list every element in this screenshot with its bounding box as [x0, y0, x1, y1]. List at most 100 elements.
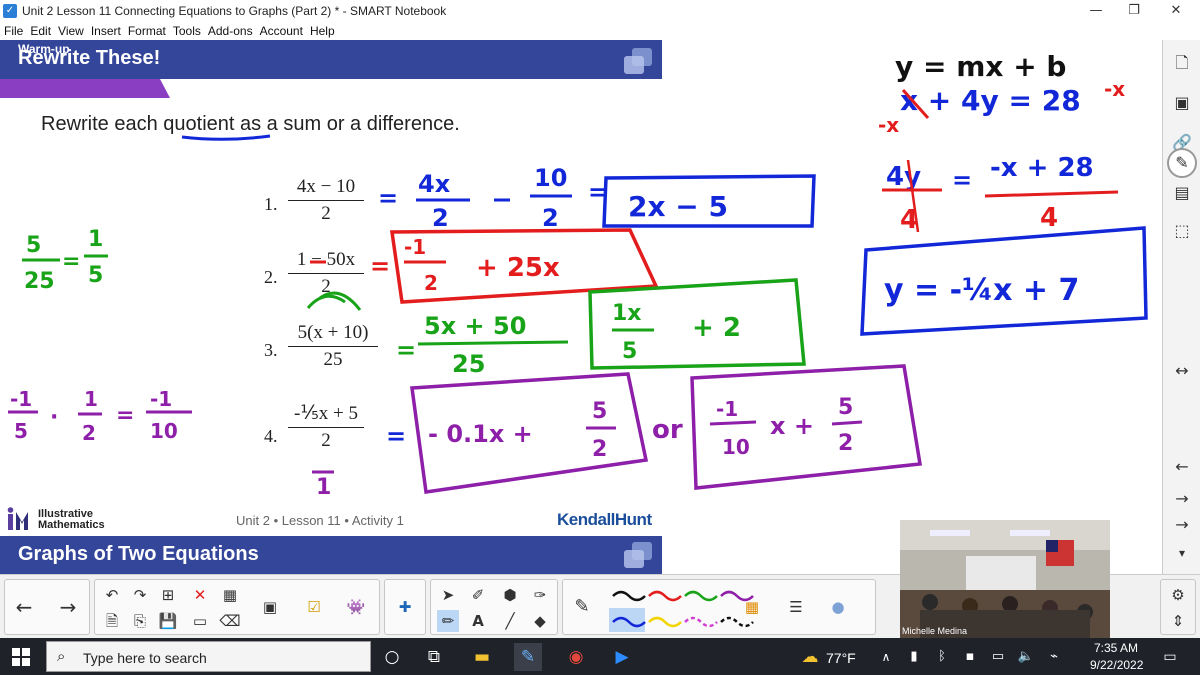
delete-icon[interactable]: ✕: [189, 584, 211, 606]
ink-p2-answer-rest: + 25x: [476, 253, 560, 283]
previous-page-icon[interactable]: ←: [13, 596, 35, 618]
battery-icon[interactable]: ▭: [984, 643, 1012, 671]
menu-add-ons[interactable]: Add-ons: [208, 24, 253, 38]
undo-icon[interactable]: ↶: [101, 584, 123, 606]
menu-account[interactable]: Account: [260, 24, 303, 38]
open-file-icon[interactable]: 🗎: [101, 610, 123, 632]
select-icon[interactable]: ➤: [437, 584, 459, 606]
notebook-canvas[interactable]: Rewrite These! Warm-up Rewrite each quot…: [0, 40, 1162, 574]
edit-group: ↶ ↷ ⊞ ✕ ▦ 🗎 ⎘ 💾 ▭ ⌫ ▣ ☑ 👾: [94, 579, 380, 635]
task-view-icon[interactable]: ⧉: [420, 643, 448, 671]
network-icon[interactable]: ⌁: [1040, 643, 1068, 671]
response-icon[interactable]: 👾: [345, 596, 367, 618]
problem-3-numerator: 5(x + 10): [297, 322, 369, 343]
ink-boxed-answer: y = -¼x + 7: [884, 273, 1079, 308]
ink-p3-frac-den: 25: [452, 350, 485, 378]
close-icon[interactable]: ✕: [1156, 0, 1196, 22]
addons-icon[interactable]: ⬚: [1169, 218, 1195, 244]
magic-pen-icon[interactable]: ✐: [467, 584, 489, 606]
toolbar-move-icon[interactable]: ⇕: [1167, 610, 1189, 632]
ink-p2-frac-den: 2: [424, 271, 438, 295]
bluetooth-icon[interactable]: ᛒ: [928, 643, 956, 671]
line-style-icon[interactable]: ☰: [785, 596, 807, 618]
document-camera-icon[interactable]: ▣: [259, 596, 281, 618]
notifications-icon[interactable]: ▭: [1156, 643, 1184, 671]
ink-left-note-2-a-num: -1: [10, 387, 32, 411]
title-bar: ✓ Unit 2 Lesson 11 Connecting Equations …: [0, 0, 1200, 22]
ink-p4-answer-b-frac2-den: 2: [838, 431, 853, 456]
properties-icon[interactable]: ▤: [1169, 180, 1195, 206]
menu-help[interactable]: Help: [310, 24, 335, 38]
add-page-icon[interactable]: ⊞: [157, 584, 179, 606]
resize-horizontal-icon[interactable]: ↔: [1169, 358, 1195, 384]
pen-properties-icon[interactable]: ✎: [1167, 148, 1197, 178]
ink-cross-out-x: [901, 89, 930, 119]
clock-date[interactable]: 9/22/2022: [1090, 658, 1143, 672]
chrome-icon[interactable]: ◉: [562, 643, 590, 671]
tray-mic-icon[interactable]: ▮: [900, 643, 928, 671]
shape-recognition-icon[interactable]: ✑: [529, 584, 551, 606]
activity-builder-icon[interactable]: ☑: [303, 596, 325, 618]
line-tool-icon[interactable]: ╱: [499, 610, 521, 632]
windows-start-icon[interactable]: [12, 648, 30, 666]
ink-left-note-2-c-num: -1: [150, 387, 172, 411]
sidebar-forward-2-icon[interactable]: →: [1169, 512, 1195, 538]
problem-3-number: 3.: [264, 340, 278, 360]
weather-temperature[interactable]: 77°F: [826, 650, 856, 666]
fill-icon[interactable]: ⬢: [499, 584, 521, 606]
menu-format[interactable]: Format: [128, 24, 166, 38]
restore-icon[interactable]: ❐: [1114, 0, 1154, 22]
problem-3-denominator: 25: [323, 349, 343, 370]
paste-icon[interactable]: ⎘: [129, 610, 151, 632]
menu-tools[interactable]: Tools: [173, 24, 201, 38]
ink-left-note-2-b-num: 1: [84, 387, 98, 411]
sidebar-forward-icon[interactable]: →: [1169, 486, 1195, 512]
eraser-icon[interactable]: ◆: [529, 610, 551, 632]
table-icon[interactable]: ▦: [219, 584, 241, 606]
ink-p2-answer-box: [389, 228, 659, 304]
minimize-icon[interactable]: —: [1076, 0, 1116, 22]
color-palette-icon[interactable]: ▦: [741, 596, 763, 618]
pen-tool-icon[interactable]: ✏: [437, 610, 459, 632]
menu-file[interactable]: File: [4, 24, 23, 38]
ink-p3-frac-den-2: 5: [622, 339, 637, 364]
ink-p4-answer-b-frac-num: -1: [716, 397, 738, 421]
menu-view[interactable]: View: [58, 24, 84, 38]
text-tool-icon[interactable]: A: [467, 610, 489, 632]
smart-notebook-taskbar-icon[interactable]: ✎: [514, 643, 542, 671]
tray-chevron-icon[interactable]: ∧: [872, 643, 900, 671]
screen-shade-icon[interactable]: ▭: [189, 610, 211, 632]
redo-icon[interactable]: ↷: [129, 584, 151, 606]
problem-2-fraction: 1 − 50x 2: [288, 249, 364, 298]
addon-puzzle-icon[interactable]: ✚: [394, 596, 416, 618]
volume-icon[interactable]: 🔈: [1012, 643, 1040, 671]
gallery-icon[interactable]: ▣: [1169, 90, 1195, 116]
file-explorer-icon[interactable]: ▬: [468, 643, 496, 671]
next-page-icon[interactable]: →: [57, 596, 79, 618]
pen-type-icon[interactable]: ✎: [571, 596, 593, 618]
menu-bar: File Edit View Insert Format Tools Add-o…: [0, 22, 1200, 40]
problem-2-numerator: 1 − 50x: [296, 249, 356, 270]
taskbar-search-box[interactable]: ⌕ Type here to search: [46, 641, 371, 672]
menu-insert[interactable]: Insert: [91, 24, 121, 38]
pen-color-swatches[interactable]: [609, 584, 759, 634]
fill-effects-icon[interactable]: ●: [827, 596, 849, 618]
weather-icon[interactable]: ☁: [800, 643, 820, 671]
toolbar-settings-group: ⚙ ⇕: [1160, 579, 1196, 635]
toolbar-settings-icon[interactable]: ⚙: [1167, 584, 1189, 606]
ink-p1-answer: 2x − 5: [628, 190, 728, 223]
ink-p4-denominator-extra: 1: [316, 475, 331, 500]
cortana-icon[interactable]: ○: [378, 643, 406, 671]
sidebar-down-icon[interactable]: ▾: [1169, 540, 1195, 566]
problem-4-denominator: 2: [321, 430, 331, 451]
save-icon[interactable]: 💾: [157, 610, 179, 632]
tray-app-icon[interactable]: ▪: [956, 643, 984, 671]
zoom-icon[interactable]: ▶: [608, 643, 636, 671]
page-sorter-icon[interactable]: 🗋: [1169, 50, 1195, 76]
instruction-text: Rewrite each quotient as a sum or a diff…: [41, 113, 460, 135]
menu-edit[interactable]: Edit: [30, 24, 51, 38]
clock-time[interactable]: 7:35 AM: [1094, 641, 1138, 655]
ink-p1-frac-a-den: 2: [432, 204, 449, 232]
clear-ink-icon[interactable]: ⌫: [219, 610, 241, 632]
sidebar-back-icon[interactable]: ←: [1169, 454, 1195, 480]
